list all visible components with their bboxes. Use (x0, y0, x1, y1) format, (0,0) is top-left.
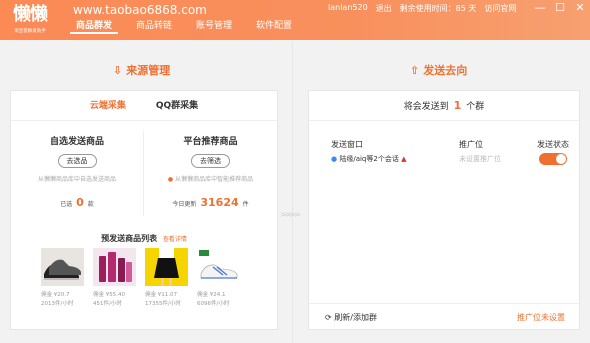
destination-footer: ⟳ 刷新/添加群 推广位未设置 (309, 303, 579, 330)
source-title-text: 来源管理 (126, 64, 171, 77)
platform-products-card: 平台推荐商品 去筛选 ● 从懒懒商品库中智能推荐商品 今日更新 31624 件 (144, 131, 277, 216)
source-tabs: 云端采集 QQ群采集 (11, 91, 277, 121)
refresh-add-group-button[interactable]: ⟳ 刷新/添加群 (325, 312, 377, 323)
platform-products-note: ● 从懒懒商品库中智能推荐商品 (144, 174, 277, 183)
window-controls: — ☐ ✕ (533, 1, 587, 15)
platform-note-text: 从懒懒商品库中智能推荐商品 (175, 176, 254, 183)
count-suffix: 件 (242, 201, 249, 208)
product-item[interactable]: 佣金 ¥20.7 2013件/小时 (41, 248, 84, 307)
qq-icon: ● (331, 155, 338, 163)
destination-title-text: 发送去向 (423, 64, 468, 77)
select-products-button[interactable]: 去选品 (57, 154, 97, 168)
nav-item-settings[interactable]: 软件配置 (250, 18, 298, 34)
product-sales: 451件/小时 (93, 301, 122, 307)
product-image-skirt (145, 248, 188, 286)
username: lanlan520 (328, 3, 368, 12)
custom-products-note: 从懒懒商品库中自选发送商品 (37, 176, 116, 183)
tab-qq-collect[interactable]: QQ群采集 (156, 91, 198, 120)
destination-header: 将会发送到 1 个群 (309, 91, 579, 121)
col-promo-position: 推广位 (459, 140, 483, 149)
product-sales: 17355件/小时 (145, 301, 181, 307)
site-url[interactable]: www.taobao6868.com (73, 3, 207, 17)
product-image-sneakers (41, 248, 84, 286)
product-item[interactable]: 佣金 ¥55.40 451件/小时 (93, 248, 136, 307)
toggle-knob (556, 154, 566, 164)
product-price: 佣金 ¥24.1 (197, 292, 226, 298)
source-section-title: ⇩ 来源管理 (113, 62, 170, 78)
count-suffix: 款 (87, 201, 94, 208)
minimize-button[interactable]: — (533, 1, 547, 15)
product-sales: 6096件/小时 (197, 301, 230, 307)
promo-unset-link[interactable]: 推广位未设置 (517, 312, 565, 323)
product-image-shoe (197, 248, 240, 286)
tab-cloud-collect[interactable]: 云端采集 (90, 91, 126, 120)
head-prefix: 将会发送到 (403, 102, 449, 112)
send-status-toggle[interactable] (539, 153, 567, 165)
days-left: 剩余使用时间：85 天 (399, 4, 477, 13)
arrow-down-icon: ⇩ (113, 63, 123, 77)
main-nav: 商品群发 商品转链 账号管理 软件配置 (70, 18, 310, 34)
product-price: 佣金 ¥20.7 (41, 292, 70, 298)
custom-products-card: 自选发送商品 去选品 从懒懒商品库中自选发送商品 已选 0 款 (11, 131, 144, 216)
maximize-button[interactable]: ☐ (553, 1, 567, 15)
count-prefix: 已选 (60, 201, 73, 208)
refresh-icon: ⟳ (325, 313, 332, 322)
title-bar: 懒懒 淘宝客群发助手 www.taobao6868.com 商品群发 商品转链 … (0, 0, 590, 40)
product-item[interactable]: 佣金 ¥24.1 6096件/小时 (197, 248, 240, 307)
filter-products-button[interactable]: 去筛选 (191, 154, 230, 168)
product-list: 佣金 ¥20.7 2013件/小时 佣金 ¥55.40 451件/小时 佣金 ¥… (41, 248, 240, 307)
warning-icon: ▲ (401, 155, 407, 163)
view-details-link[interactable]: 查看详情 (163, 236, 187, 243)
logout-link[interactable]: 退出 (376, 3, 392, 14)
product-sales: 2013件/小时 (41, 301, 74, 307)
product-image-cosmetics (93, 248, 136, 286)
platform-products-count: 今日更新 31624 件 (144, 196, 277, 209)
close-button[interactable]: ✕ (573, 1, 587, 15)
app-logo: 懒懒 淘宝客群发助手 (8, 4, 52, 36)
products-title-text: 预发送商品列表 (101, 234, 158, 243)
panel-divider (292, 42, 293, 343)
nav-item-link-convert[interactable]: 商品转链 (130, 18, 178, 34)
group-count: 1 (453, 99, 462, 112)
custom-products-count: 已选 0 款 (11, 196, 143, 209)
user-area: lanlan520 退出 剩余使用时间：85 天 访问官网 (328, 3, 516, 14)
col-send-status: 发送状态 (537, 140, 569, 149)
platform-products-title: 平台推荐商品 (183, 137, 238, 147)
product-item[interactable]: 佣金 ¥11.07 17355件/小时 (145, 248, 188, 307)
send-window-text: 陆缘/aiq等2个会话 (339, 155, 399, 163)
refresh-label: 刷新/添加群 (334, 313, 377, 322)
logo-subtitle: 淘宝客群发助手 (14, 28, 46, 34)
nav-item-group-send[interactable]: 商品群发 (70, 18, 119, 34)
col-send-window: 发送窗口 (331, 140, 363, 149)
source-panel: 云端采集 QQ群采集 自选发送商品 去选品 从懒懒商品库中自选发送商品 已选 0… (10, 90, 278, 330)
count-prefix: 今日更新 (172, 201, 197, 208)
logo-text: 懒懒 (13, 4, 48, 25)
head-suffix: 个群 (466, 102, 485, 112)
custom-products-title: 自选发送商品 (49, 137, 104, 147)
location-pin-icon: ● (167, 176, 174, 183)
nav-item-account[interactable]: 账号管理 (190, 18, 238, 34)
arrow-up-icon: ⇧ (410, 63, 420, 77)
updated-count: 31624 (200, 196, 239, 209)
flow-arrows-icon: >>>> (280, 210, 301, 219)
destination-panel: 将会发送到 1 个群 发送窗口 推广位 发送状态 ● 陆缘/aiq等2个会话 ▲… (308, 90, 580, 330)
product-price: 佣金 ¥11.07 (145, 292, 177, 298)
send-window-value[interactable]: ● 陆缘/aiq等2个会话 ▲ (331, 154, 406, 164)
destination-section-title: ⇧ 发送去向 (410, 62, 467, 78)
selected-count: 0 (76, 196, 84, 209)
official-site-link[interactable]: 访问官网 (484, 3, 516, 14)
product-price: 佣金 ¥55.40 (93, 292, 125, 298)
promo-position-value[interactable]: 未设置推广位 (459, 154, 501, 164)
products-list-title: 预发送商品列表 查看详情 (11, 233, 277, 244)
